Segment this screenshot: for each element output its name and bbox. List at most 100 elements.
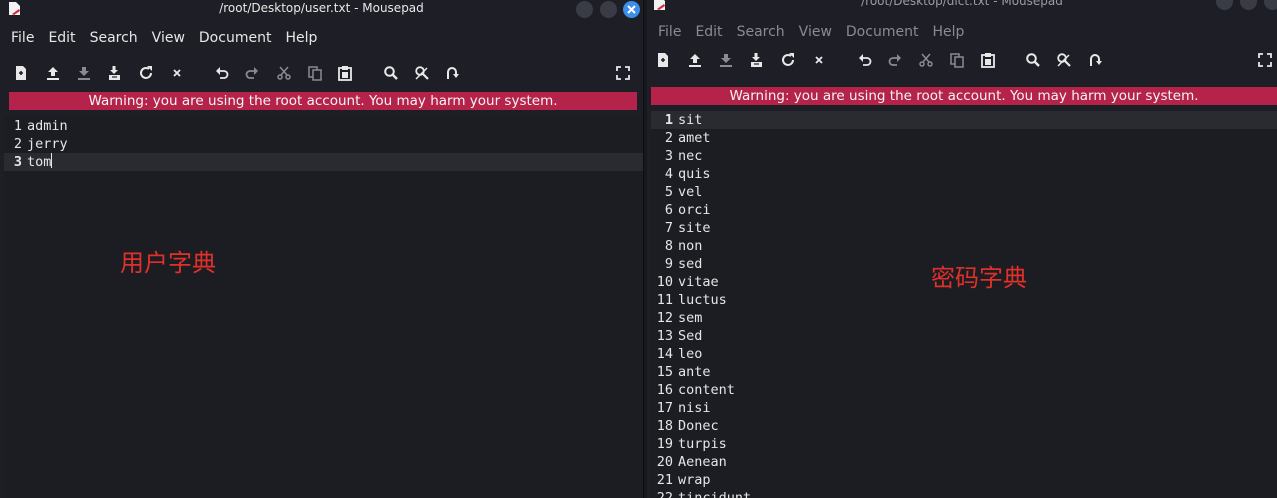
editor-line[interactable]: 3 tom — [4, 153, 643, 171]
menu-search[interactable]: Search — [83, 30, 145, 46]
copy-icon — [308, 66, 322, 81]
menu-bar: File Edit Search View Document Help — [647, 19, 1277, 44]
editor-line[interactable]: 16 content — [651, 381, 1277, 399]
editor-line[interactable]: 17 nisi — [651, 399, 1277, 417]
fullscreen-button[interactable] — [1257, 52, 1273, 68]
editor-line[interactable]: 15 ante — [651, 363, 1277, 381]
paste-button[interactable] — [337, 65, 353, 81]
undo-button[interactable] — [857, 52, 873, 68]
editor-line[interactable]: 22 tincidunt — [651, 489, 1277, 498]
title-bar[interactable]: /root/Desktop/dict.txt - Mousepad — [647, 0, 1277, 13]
menu-help[interactable]: Help — [925, 24, 971, 40]
undo-button[interactable] — [214, 65, 230, 81]
mousepad-window-dict: /root/Desktop/dict.txt - Mousepad File E… — [647, 0, 1277, 498]
line-text: vel — [678, 184, 703, 200]
cut-icon — [919, 53, 933, 67]
editor-line[interactable]: 2 jerry — [4, 135, 643, 153]
menu-help[interactable]: Help — [278, 30, 324, 46]
editor-line[interactable]: 7 site — [651, 219, 1277, 237]
text-editor[interactable]: 1 admin 2 jerry 3 tom — [4, 117, 643, 498]
line-text: turpis — [678, 436, 727, 452]
title-bar[interactable]: /root/Desktop/user.txt - Mousepad — [0, 0, 643, 19]
save-as-button[interactable] — [107, 65, 123, 81]
line-number: 5 — [664, 184, 673, 200]
save-button[interactable] — [76, 65, 92, 81]
editor-line[interactable]: 12 sem — [651, 309, 1277, 327]
line-text: jerry — [27, 136, 68, 152]
editor-line[interactable]: 18 Donec — [651, 417, 1277, 435]
line-number: 15 — [656, 364, 673, 380]
line-text: Sed — [678, 328, 703, 344]
menu-file[interactable]: File — [4, 30, 41, 46]
maximize-button[interactable] — [1240, 0, 1257, 10]
save-as-button[interactable] — [749, 52, 765, 68]
editor-line[interactable]: 19 turpis — [651, 435, 1277, 453]
find-replace-button[interactable] — [1056, 52, 1072, 68]
menu-file[interactable]: File — [651, 24, 688, 40]
editor-line[interactable]: 13 Sed — [651, 327, 1277, 345]
editor-line[interactable]: 14 leo — [651, 345, 1277, 363]
goto-line-button[interactable] — [444, 65, 460, 81]
fullscreen-button[interactable] — [615, 65, 631, 81]
cut-button[interactable] — [276, 65, 292, 81]
open-button[interactable] — [45, 65, 61, 81]
open-icon — [47, 67, 59, 80]
fullscreen-icon — [1258, 53, 1272, 67]
close-window-button[interactable] — [1264, 0, 1277, 10]
close-window-button[interactable] — [623, 1, 640, 18]
line-number: 18 — [656, 418, 673, 434]
close-button[interactable] — [169, 65, 185, 81]
new-document-button[interactable] — [13, 65, 29, 81]
editor-line[interactable]: 4 quis — [651, 165, 1277, 183]
line-number: 1 — [664, 112, 673, 128]
line-text: vitae — [678, 274, 719, 290]
line-text: content — [678, 382, 735, 398]
close-button[interactable] — [811, 52, 827, 68]
cut-button[interactable] — [918, 52, 934, 68]
menu-view[interactable]: View — [145, 30, 192, 46]
editor-line[interactable]: 11 luctus — [651, 291, 1277, 309]
fullscreen-icon — [616, 66, 630, 80]
minimize-button[interactable] — [1216, 0, 1233, 10]
paste-button[interactable] — [980, 52, 996, 68]
editor-line[interactable]: 1 sit — [651, 111, 1277, 129]
paste-icon — [338, 66, 352, 81]
find-button[interactable] — [383, 65, 399, 81]
text-editor[interactable]: 1 sit 2 amet 3 nec 4 quis 5 vel 6 orci 7 site 8 non 9 sed… — [651, 111, 1277, 498]
redo-button[interactable] — [887, 52, 903, 68]
copy-button[interactable] — [949, 52, 965, 68]
editor-line[interactable]: 1 admin — [4, 117, 643, 135]
menu-edit[interactable]: Edit — [41, 30, 82, 46]
new-document-icon — [658, 53, 668, 67]
menu-view[interactable]: View — [792, 24, 839, 40]
editor-line[interactable]: 8 non — [651, 237, 1277, 255]
goto-line-icon — [1090, 54, 1102, 66]
minimize-button[interactable] — [576, 1, 593, 18]
open-button[interactable] — [687, 52, 703, 68]
reload-button[interactable] — [780, 52, 796, 68]
save-button[interactable] — [718, 52, 734, 68]
line-number: 17 — [656, 400, 673, 416]
editor-line[interactable]: 6 orci — [651, 201, 1277, 219]
editor-line[interactable]: 3 nec — [651, 147, 1277, 165]
find-button[interactable] — [1025, 52, 1041, 68]
copy-button[interactable] — [307, 65, 323, 81]
menu-search[interactable]: Search — [730, 24, 792, 40]
editor-line[interactable]: 21 wrap — [651, 471, 1277, 489]
menu-document[interactable]: Document — [839, 24, 926, 40]
line-number: 8 — [664, 238, 673, 254]
editor-line[interactable]: 20 Aenean — [651, 453, 1277, 471]
maximize-button[interactable] — [600, 1, 617, 18]
new-document-button[interactable] — [655, 52, 671, 68]
line-number: 2 — [13, 136, 22, 152]
menu-document[interactable]: Document — [192, 30, 279, 46]
editor-line[interactable]: 2 amet — [651, 129, 1277, 147]
goto-line-button[interactable] — [1087, 52, 1103, 68]
line-number: 10 — [656, 274, 673, 290]
line-text: tom — [27, 154, 52, 170]
editor-line[interactable]: 5 vel — [651, 183, 1277, 201]
redo-button[interactable] — [244, 65, 260, 81]
find-replace-button[interactable] — [414, 65, 430, 81]
reload-button[interactable] — [138, 65, 154, 81]
menu-edit[interactable]: Edit — [688, 24, 729, 40]
